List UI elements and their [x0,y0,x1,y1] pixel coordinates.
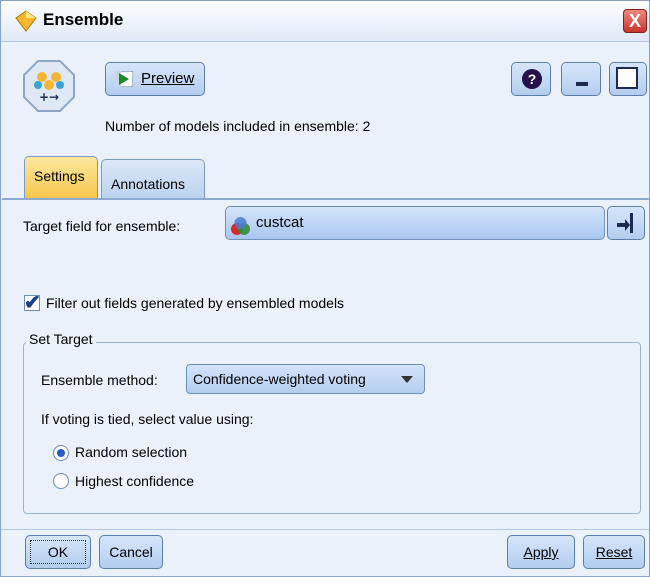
target-field-value: custcat [256,214,304,231]
ensemble-dialog: Ensemble X +→ Preview ? Number of models… [0,0,650,577]
close-button[interactable]: X [623,9,647,33]
footer-divider [1,529,649,530]
reset-button[interactable]: Reset [583,535,645,569]
apply-label: Apply [523,544,559,560]
ensemble-diamond-icon [15,10,37,32]
target-field-select[interactable]: custcat [225,206,605,240]
check-mark-icon: ✔ [24,292,41,314]
ok-label: OK [30,540,86,564]
tab-settings[interactable]: Settings [24,156,98,198]
filter-fields-checkbox[interactable]: ✔ [24,292,41,314]
tab-annotations[interactable]: Annotations [101,159,205,201]
dialog-header [1,42,649,152]
ensemble-node-icon: +→ [23,60,75,112]
preview-label: Preview [141,70,195,87]
set-target-legend: Set Target [26,331,96,347]
maximize-button[interactable] [609,62,647,96]
minimize-button[interactable] [561,62,601,96]
tab-settings-label: Settings [34,168,85,184]
radio-random-label: Random selection [75,444,188,460]
cancel-button[interactable]: Cancel [99,535,163,569]
reset-label: Reset [595,544,633,560]
field-picker-button[interactable] [607,206,645,240]
chevron-down-icon [401,376,413,383]
apply-button[interactable]: Apply [507,535,575,569]
field-picker-icon [617,213,633,233]
target-field-label: Target field for ensemble: [23,218,181,234]
ensemble-method-value: Confidence-weighted voting [193,371,366,387]
filter-fields-label: Filter out fields generated by ensembled… [46,295,345,311]
tie-rule-label: If voting is tied, select value using: [41,411,254,427]
window-title: Ensemble [43,10,124,29]
radio-highest-label: Highest confidence [75,473,195,489]
help-button[interactable]: ? [511,62,551,96]
maximize-icon [616,67,638,89]
set-field-icon [231,217,250,235]
ensemble-method-label: Ensemble method: [41,372,158,388]
minimize-icon [576,82,588,86]
preview-button[interactable]: Preview [105,62,205,96]
preview-play-icon [115,71,133,87]
radio-selected-dot [57,449,65,457]
radio-highest-confidence[interactable] [53,473,69,489]
tab-annotations-label: Annotations [111,176,185,192]
ensemble-method-select[interactable]: Confidence-weighted voting [186,364,425,394]
title-bar[interactable]: Ensemble X [1,1,649,42]
svg-text:+→: +→ [39,90,59,104]
radio-random-selection[interactable] [53,445,69,461]
help-icon: ? [522,69,542,89]
ok-button[interactable]: OK [25,535,91,569]
models-count-text: Number of models included in ensemble: 2 [105,118,371,134]
